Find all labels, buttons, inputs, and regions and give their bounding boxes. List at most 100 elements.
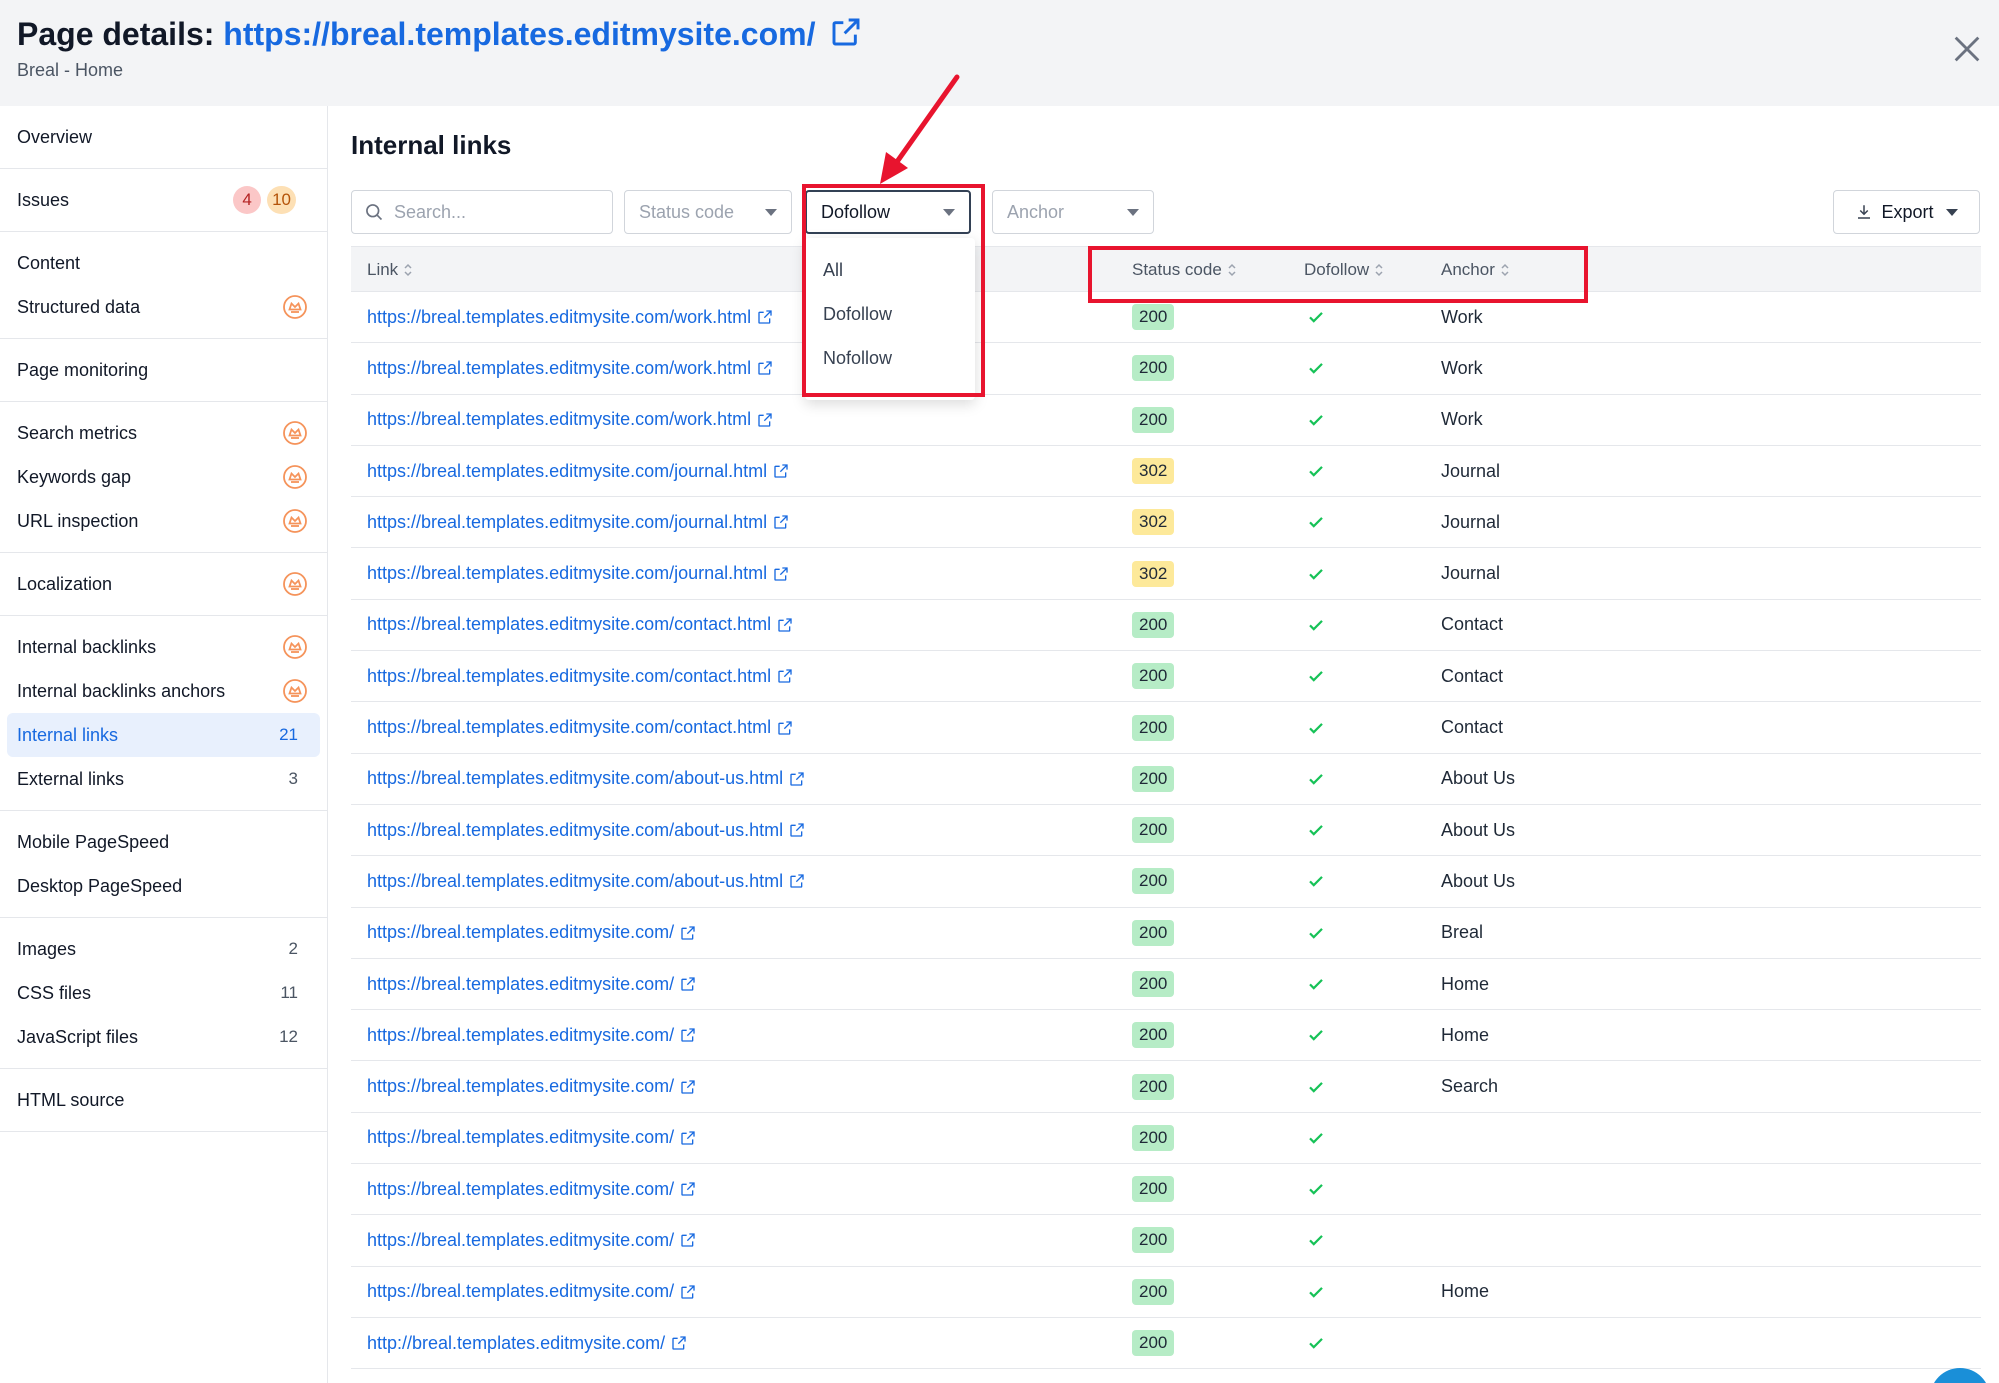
sidebar-item-url-inspection[interactable]: URL inspection — [7, 499, 320, 543]
external-link-icon[interactable] — [789, 822, 805, 838]
table-row: https://breal.templates.editmysite.com/2… — [351, 908, 1981, 959]
external-link-icon[interactable] — [830, 16, 862, 48]
sidebar-item-overview[interactable]: Overview — [7, 115, 320, 159]
sidebar-item-external-links[interactable]: External links 3 — [7, 757, 320, 801]
link-cell[interactable]: https://breal.templates.editmysite.com/ — [367, 1164, 696, 1214]
external-link-icon[interactable] — [773, 514, 789, 530]
external-link-icon[interactable] — [777, 617, 793, 633]
link-cell[interactable]: https://breal.templates.editmysite.com/a… — [367, 805, 805, 855]
check-icon — [1309, 568, 1323, 580]
sidebar-item-mobile-pagespeed[interactable]: Mobile PageSpeed — [7, 820, 320, 864]
external-link-icon[interactable] — [680, 1232, 696, 1248]
external-link-icon[interactable] — [671, 1335, 687, 1351]
link-url[interactable]: https://breal.templates.editmysite.com/ — [367, 1230, 674, 1251]
link-url[interactable]: https://breal.templates.editmysite.com/ — [367, 1281, 674, 1302]
link-cell[interactable]: https://breal.templates.editmysite.com/c… — [367, 600, 793, 650]
link-cell[interactable]: https://breal.templates.editmysite.com/ — [367, 1113, 696, 1163]
external-link-icon[interactable] — [680, 1079, 696, 1095]
link-url[interactable]: https://breal.templates.editmysite.com/a… — [367, 768, 783, 789]
external-link-icon[interactable] — [789, 873, 805, 889]
sidebar-item-css-files[interactable]: CSS files 11 — [7, 971, 320, 1015]
close-icon[interactable] — [1950, 32, 1984, 66]
page-url-link[interactable]: https://breal.templates.editmysite.com/ — [223, 16, 815, 52]
external-link-icon[interactable] — [680, 925, 696, 941]
column-header-dofollow[interactable]: Dofollow — [1304, 247, 1384, 293]
link-url[interactable]: https://breal.templates.editmysite.com/c… — [367, 717, 771, 738]
link-url[interactable]: https://breal.templates.editmysite.com/ — [367, 974, 674, 995]
sidebar-item-images[interactable]: Images 2 — [7, 927, 320, 971]
link-url[interactable]: https://breal.templates.editmysite.com/w… — [367, 358, 751, 379]
link-cell[interactable]: https://breal.templates.editmysite.com/ — [367, 908, 696, 958]
external-link-icon[interactable] — [680, 1027, 696, 1043]
link-url[interactable]: https://breal.templates.editmysite.com/ — [367, 1025, 674, 1046]
link-url[interactable]: https://breal.templates.editmysite.com/a… — [367, 820, 783, 841]
link-cell[interactable]: https://breal.templates.editmysite.com/j… — [367, 446, 789, 496]
sidebar-item-javascript-files[interactable]: JavaScript files 12 — [7, 1015, 320, 1059]
link-cell[interactable]: https://breal.templates.editmysite.com/ — [367, 1215, 696, 1265]
link-url[interactable]: https://breal.templates.editmysite.com/w… — [367, 409, 751, 430]
external-link-icon[interactable] — [789, 771, 805, 787]
external-link-icon[interactable] — [757, 360, 773, 376]
link-url[interactable]: https://breal.templates.editmysite.com/w… — [367, 307, 751, 328]
link-url[interactable]: https://breal.templates.editmysite.com/ — [367, 1127, 674, 1148]
sidebar-item-search-metrics[interactable]: Search metrics — [7, 411, 320, 455]
external-link-icon[interactable] — [773, 463, 789, 479]
external-link-icon[interactable] — [777, 720, 793, 736]
link-cell[interactable]: https://breal.templates.editmysite.com/ — [367, 1061, 696, 1111]
dropdown-option-nofollow[interactable]: Nofollow — [805, 336, 975, 380]
link-cell[interactable]: https://breal.templates.editmysite.com/a… — [367, 856, 805, 906]
sidebar-item-page-monitoring[interactable]: Page monitoring — [7, 348, 320, 392]
link-cell[interactable]: https://breal.templates.editmysite.com/j… — [367, 497, 789, 547]
external-link-icon[interactable] — [757, 309, 773, 325]
sidebar-item-html-source[interactable]: HTML source — [7, 1078, 320, 1122]
status-code-filter[interactable]: Status code — [624, 190, 792, 234]
link-url[interactable]: https://breal.templates.editmysite.com/c… — [367, 666, 771, 687]
sidebar-item-keywords-gap[interactable]: Keywords gap — [7, 455, 320, 499]
link-cell[interactable]: https://breal.templates.editmysite.com/ — [367, 1010, 696, 1060]
dropdown-option-dofollow[interactable]: Dofollow — [805, 292, 975, 336]
export-button[interactable]: Export — [1833, 190, 1980, 234]
column-header-anchor[interactable]: Anchor — [1441, 247, 1510, 293]
dropdown-option-all[interactable]: All — [805, 248, 975, 292]
link-cell[interactable]: https://breal.templates.editmysite.com/c… — [367, 702, 793, 752]
link-url[interactable]: https://breal.templates.editmysite.com/ — [367, 1179, 674, 1200]
search-box[interactable] — [351, 190, 613, 234]
link-url[interactable]: https://breal.templates.editmysite.com/ — [367, 1076, 674, 1097]
external-link-icon[interactable] — [777, 668, 793, 684]
external-link-icon[interactable] — [680, 976, 696, 992]
link-cell[interactable]: https://breal.templates.editmysite.com/a… — [367, 754, 805, 804]
link-url[interactable]: http://breal.templates.editmysite.com/ — [367, 1333, 665, 1354]
link-cell[interactable]: https://breal.templates.editmysite.com/c… — [367, 651, 793, 701]
link-cell[interactable]: https://breal.templates.editmysite.com/ — [367, 959, 696, 1009]
sidebar-item-internal-backlinks-anchors[interactable]: Internal backlinks anchors — [7, 669, 320, 713]
sidebar-item-localization[interactable]: Localization — [7, 562, 320, 606]
column-header-status-code[interactable]: Status code — [1132, 247, 1237, 293]
link-url[interactable]: https://breal.templates.editmysite.com/a… — [367, 871, 783, 892]
external-link-icon[interactable] — [680, 1181, 696, 1197]
link-url[interactable]: https://breal.templates.editmysite.com/ — [367, 922, 674, 943]
search-input[interactable] — [394, 201, 594, 223]
link-url[interactable]: https://breal.templates.editmysite.com/j… — [367, 563, 767, 584]
link-url[interactable]: https://breal.templates.editmysite.com/j… — [367, 512, 767, 533]
link-cell[interactable]: https://breal.templates.editmysite.com/ — [367, 1267, 696, 1317]
link-cell[interactable]: http://breal.templates.editmysite.com/ — [367, 1318, 687, 1368]
sidebar-item-issues[interactable]: Issues 4 10 — [7, 178, 320, 222]
link-url[interactable]: https://breal.templates.editmysite.com/j… — [367, 461, 767, 482]
dofollow-filter[interactable]: Dofollow — [805, 190, 971, 234]
link-cell[interactable]: https://breal.templates.editmysite.com/w… — [367, 292, 773, 342]
external-link-icon[interactable] — [757, 412, 773, 428]
column-header-link[interactable]: Link — [367, 247, 413, 293]
external-link-icon[interactable] — [680, 1284, 696, 1300]
link-cell[interactable]: https://breal.templates.editmysite.com/w… — [367, 395, 773, 445]
sidebar-item-desktop-pagespeed[interactable]: Desktop PageSpeed — [7, 864, 320, 908]
link-cell[interactable]: https://breal.templates.editmysite.com/j… — [367, 548, 789, 598]
external-link-icon[interactable] — [680, 1130, 696, 1146]
external-link-icon[interactable] — [773, 566, 789, 582]
sidebar-item-internal-backlinks[interactable]: Internal backlinks — [7, 625, 320, 669]
anchor-filter[interactable]: Anchor — [992, 190, 1154, 234]
link-url[interactable]: https://breal.templates.editmysite.com/c… — [367, 614, 771, 635]
sidebar-item-structured-data[interactable]: Structured data — [7, 285, 320, 329]
sidebar-item-content[interactable]: Content — [7, 241, 320, 285]
sidebar-item-internal-links[interactable]: Internal links 21 — [7, 713, 320, 757]
link-cell[interactable]: https://breal.templates.editmysite.com/w… — [367, 343, 773, 393]
